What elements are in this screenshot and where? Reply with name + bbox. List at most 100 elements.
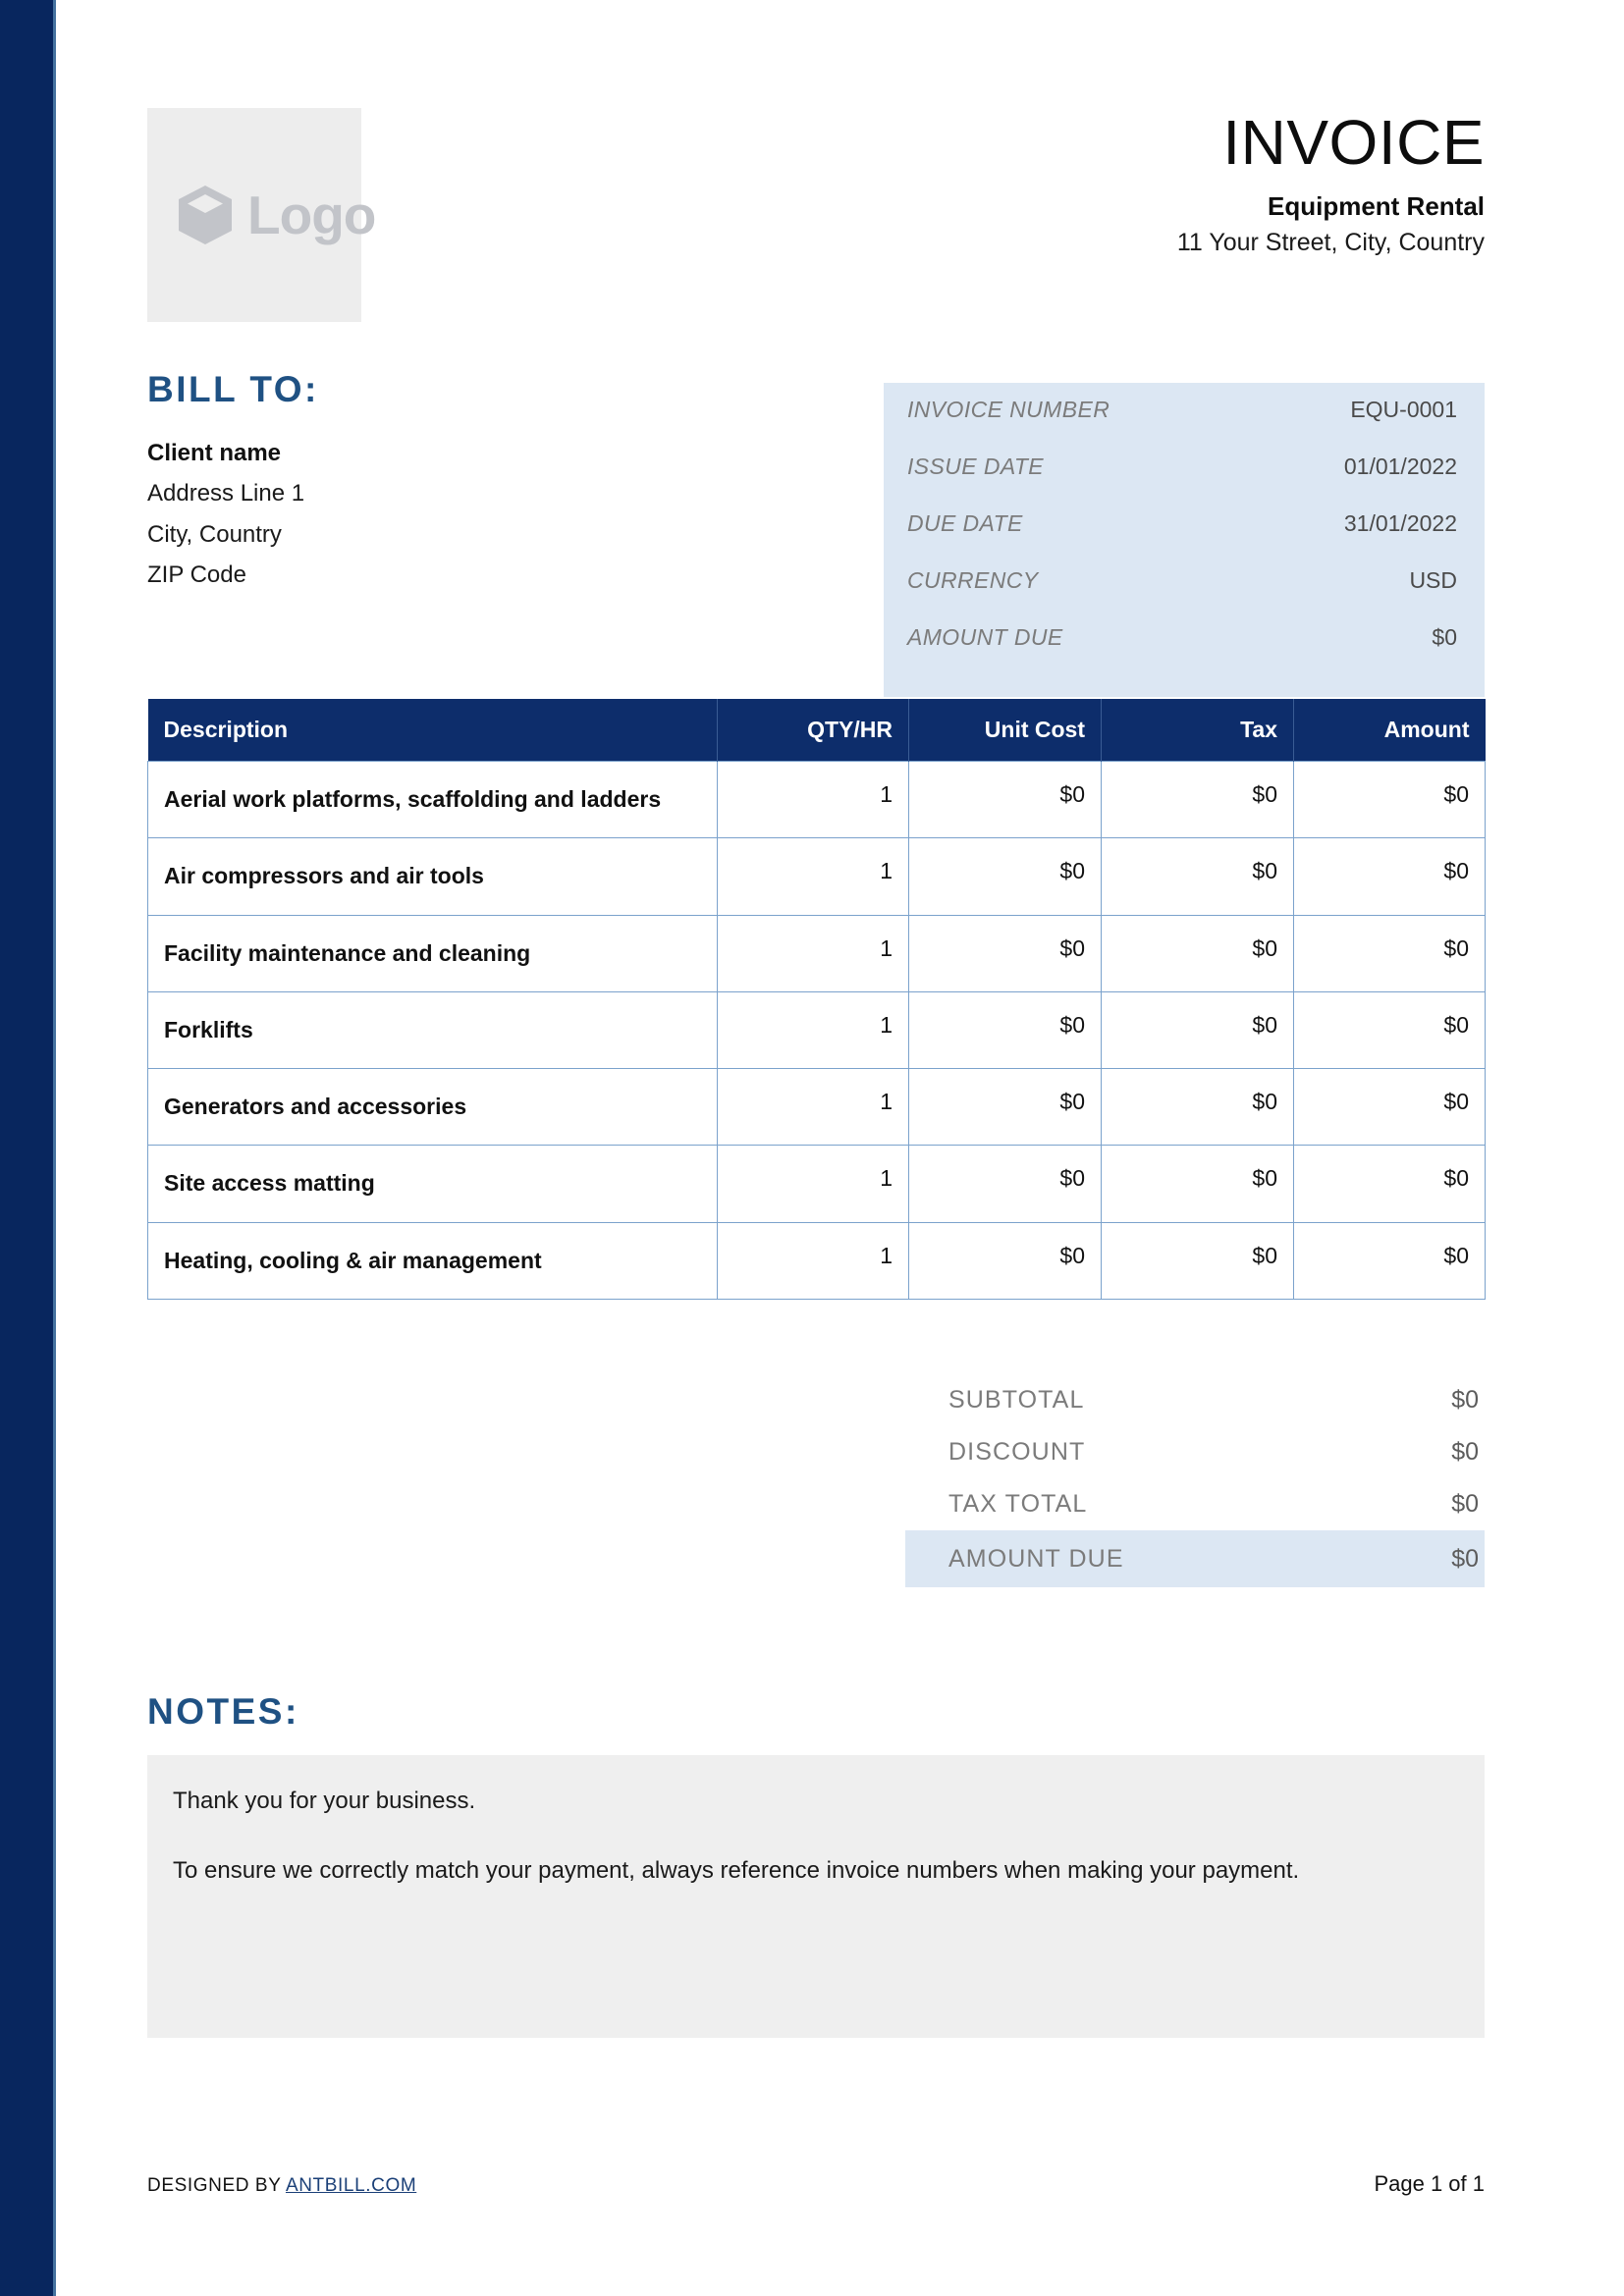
bill-to-heading: BILL TO: [147,369,319,409]
header-right-block: INVOICE Equipment Rental 11 Your Street,… [601,107,1485,258]
item-description: Forklifts [147,990,718,1070]
invoice-meta-value: 01/01/2022 [1343,454,1457,479]
item-tax: $0 [1101,1067,1294,1147]
table-row: Air compressors and air tools 1 $0 $0 $0 [147,837,1486,916]
item-unit-cost: $0 [908,914,1102,992]
item-qty: 1 [717,1145,909,1223]
invoice-meta-row: ISSUE DATE 01/01/2022 [907,454,1457,510]
item-description: Aerial work platforms, scaffolding and l… [147,760,718,839]
logo-text: Logo [247,184,376,245]
total-label: TAX TOTAL [948,1490,1088,1518]
invoice-meta-box: INVOICE NUMBER EQU-0001 ISSUE DATE 01/01/20… [884,383,1485,697]
total-row-amount-due: AMOUNT DUE $0 [905,1530,1485,1587]
column-header-qty: QTY/HR [717,699,909,762]
invoice-meta-value: USD [1409,567,1457,593]
item-amount: $0 [1293,1145,1486,1223]
notes-heading: NOTES: [147,1691,299,1732]
column-header-amount: Amount [1293,699,1486,762]
item-unit-cost: $0 [908,1221,1102,1300]
client-address-line-1: Address Line 1 [147,480,305,507]
item-amount: $0 [1293,837,1486,916]
item-tax: $0 [1101,914,1294,992]
totals-section: SUBTOTAL $0 DISCOUNT $0 TAX TOTAL $0 AMOUNT DU… [905,1374,1485,1587]
item-qty: 1 [717,1067,909,1147]
column-header-unit-cost: Unit Cost [908,699,1102,762]
item-unit-cost: $0 [908,1067,1102,1147]
column-header-tax: Tax [1101,699,1294,762]
page-title: INVOICE [1222,107,1485,178]
company-address: 11 Your Street, City, Country [1176,229,1485,257]
invoice-meta-label: ISSUE DATE [907,454,1045,479]
item-qty: 1 [717,914,909,992]
item-qty: 1 [717,837,909,916]
notes-section: NOTES: Thank you for your business. To en… [147,1693,1485,2038]
item-tax: $0 [1101,990,1294,1070]
total-value: $0 [1451,1438,1479,1466]
line-items-head: Description QTY/HR Unit Cost Tax Amount [147,699,1486,762]
item-unit-cost: $0 [908,990,1102,1070]
item-amount: $0 [1293,1221,1486,1300]
total-label: SUBTOTAL [948,1386,1085,1414]
invoice-meta-value: 31/01/2022 [1343,510,1457,536]
total-value: $0 [1451,1386,1479,1414]
item-amount: $0 [1293,760,1486,839]
designed-by-prefix: DESIGNED BY [147,2175,286,2196]
item-tax: $0 [1101,837,1294,916]
table-row: Heating, cooling & air management 1 $0 $0 $0 [147,1221,1486,1300]
item-qty: 1 [717,1221,909,1300]
antbill-link[interactable]: ANTBILL.COM [286,2175,416,2196]
client-city-country: City, Country [147,520,282,548]
logo: Logo [177,184,376,245]
notes-paragraph: To ensure we correctly match your paymen… [173,1857,1300,1885]
item-amount: $0 [1293,914,1486,992]
table-row: Aerial work platforms, scaffolding and l… [147,760,1486,839]
designed-by-credit: DESIGNED BY ANTBILL.COM [147,2175,416,2197]
line-items-body: Aerial work platforms, scaffolding and l… [147,760,1486,1300]
table-row: Facility maintenance and cleaning 1 $0 $0 $0 [147,914,1486,992]
invoice-header: Logo INVOICE Equipment Rental 11 Your St… [147,107,1485,329]
total-value: $0 [1451,1544,1479,1573]
item-description: Site access matting [147,1145,718,1223]
total-row: SUBTOTAL $0 [905,1374,1485,1426]
cube-icon [179,186,232,244]
invoice-meta-label: AMOUNT DUE [907,624,1063,650]
item-tax: $0 [1101,760,1294,839]
table-row: Generators and accessories 1 $0 $0 $0 [147,1067,1486,1147]
total-row: DISCOUNT $0 [905,1426,1485,1478]
invoice-meta-row: AMOUNT DUE $0 [907,624,1457,681]
table-row: Forklifts 1 $0 $0 $0 [147,990,1486,1070]
item-unit-cost: $0 [908,1145,1102,1223]
item-qty: 1 [717,760,909,839]
notes-paragraph: Thank you for your business. [173,1788,476,1814]
page-indicator: Page 1 of 1 [1374,2171,1485,2196]
total-value: $0 [1451,1490,1479,1518]
page-footer: DESIGNED BY ANTBILL.COM Page 1 of 1 [147,2171,1485,2197]
bill-to-section: BILL TO: Client name Address Line 1 City… [147,371,835,595]
invoice-meta-row: INVOICE NUMBER EQU-0001 [907,397,1457,454]
invoice-meta-label: INVOICE NUMBER [907,397,1110,422]
notes-box: Thank you for your business. To ensure we… [147,1755,1485,2038]
invoice-content: Logo INVOICE Equipment Rental 11 Your St… [147,0,1486,2296]
item-tax: $0 [1101,1145,1294,1223]
table-header-row: Description QTY/HR Unit Cost Tax Amount [147,699,1486,762]
invoice-page: Logo INVOICE Equipment Rental 11 Your St… [0,0,1624,2296]
invoice-meta-label: CURRENCY [907,567,1039,593]
table-row: Site access matting 1 $0 $0 $0 [147,1145,1486,1223]
item-unit-cost: $0 [908,837,1102,916]
company-name: Equipment Rental [1267,190,1485,221]
invoice-meta-row: CURRENCY USD [907,567,1457,624]
client-zip-code: ZIP Code [147,561,246,588]
left-accent-stripe [0,0,56,2296]
total-label: AMOUNT DUE [948,1544,1124,1573]
total-label: DISCOUNT [948,1438,1086,1466]
invoice-meta-row: DUE DATE 31/01/2022 [907,510,1457,567]
total-row: TAX TOTAL $0 [905,1478,1485,1530]
invoice-meta-value: EQU-0001 [1350,397,1457,422]
item-amount: $0 [1293,1067,1486,1147]
item-unit-cost: $0 [908,760,1102,839]
item-description: Facility maintenance and cleaning [147,914,718,992]
line-items-table: Description QTY/HR Unit Cost Tax Amount … [147,699,1486,1300]
item-description: Heating, cooling & air management [147,1221,718,1300]
item-tax: $0 [1101,1221,1294,1300]
client-name: Client name [147,440,282,466]
